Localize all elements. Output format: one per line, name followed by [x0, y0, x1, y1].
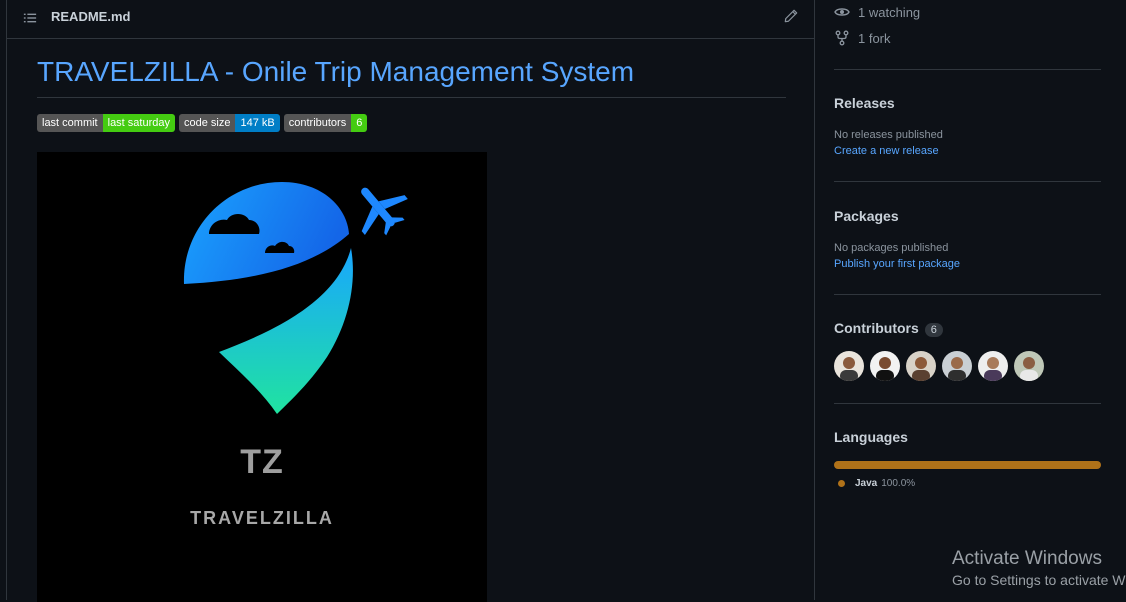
eye-icon [834, 8, 850, 16]
packages-heading[interactable]: Packages [834, 208, 899, 224]
sidebar-divider [834, 294, 1101, 295]
badge-last-commit[interactable]: last commit last saturday [37, 114, 175, 132]
readme-header: README.md [7, 0, 814, 39]
publish-package-link[interactable]: Publish your first package [834, 258, 960, 270]
windows-activation-watermark: Activate Windows Go to Settings to activ… [952, 548, 1126, 588]
watching-label: 1 watching [858, 4, 921, 20]
sidebar-divider [834, 403, 1101, 404]
list-icon[interactable] [23, 11, 37, 25]
contributors-count-badge: 6 [924, 323, 943, 337]
title-divider [37, 97, 786, 98]
readme-title: TRAVELZILLA - Onile Trip Management Syst… [37, 56, 635, 87]
readme-filename: README.md [51, 9, 131, 24]
language-bar [834, 461, 1101, 469]
badge-value: last saturday [102, 114, 175, 132]
language-item[interactable]: Java 100.0% [838, 478, 915, 489]
avatar[interactable] [906, 351, 936, 381]
badge-contributors[interactable]: contributors 6 [283, 114, 368, 132]
badge-key: last commit [37, 114, 103, 132]
logo-name: TRAVELZILLA [190, 508, 334, 528]
sidebar-divider [834, 181, 1101, 182]
releases-empty-text: No releases published [834, 129, 943, 141]
badge-value: 147 kB [235, 114, 280, 132]
travelzilla-logo: TZ TRAVELZILLA [37, 152, 487, 602]
avatar[interactable] [870, 351, 900, 381]
language-color-dot [838, 480, 845, 487]
language-percent: 100.0% [881, 478, 916, 489]
watermark-line2: Go to Settings to activate W [952, 572, 1126, 588]
languages-heading: Languages [834, 429, 908, 445]
badge-value: 6 [351, 114, 368, 132]
language-name: Java [855, 478, 878, 489]
badge-key: contributors [283, 114, 352, 132]
forks-label: 1 fork [858, 30, 891, 46]
logo-initials: TZ [240, 443, 284, 481]
releases-heading[interactable]: Releases [834, 95, 895, 111]
watching-link[interactable]: 1 watching [834, 4, 920, 20]
forks-link[interactable]: 1 fork [834, 30, 891, 46]
packages-empty-text: No packages published [834, 242, 949, 254]
readme-panel: README.md TRAVELZILLA - Onile Trip Manag… [6, 0, 815, 602]
sidebar-divider [834, 69, 1101, 70]
badge-code-size[interactable]: code size 147 kB [179, 114, 280, 132]
avatar[interactable] [1014, 351, 1044, 381]
avatar[interactable] [978, 351, 1008, 381]
pencil-icon[interactable] [784, 9, 798, 23]
fork-icon [835, 30, 849, 46]
badge-key: code size [179, 114, 236, 132]
badge-row: last commit last saturday code size 147 … [37, 114, 368, 132]
contributors-heading[interactable]: Contributors 6 [834, 320, 943, 337]
avatar[interactable] [834, 351, 864, 381]
contributors-title: Contributors [834, 320, 919, 336]
map-pin-plane-logo-icon [183, 182, 408, 414]
create-release-link[interactable]: Create a new release [834, 145, 939, 157]
watermark-line1: Activate Windows [952, 548, 1102, 569]
contributors-avatars [834, 351, 1044, 381]
avatar[interactable] [942, 351, 972, 381]
